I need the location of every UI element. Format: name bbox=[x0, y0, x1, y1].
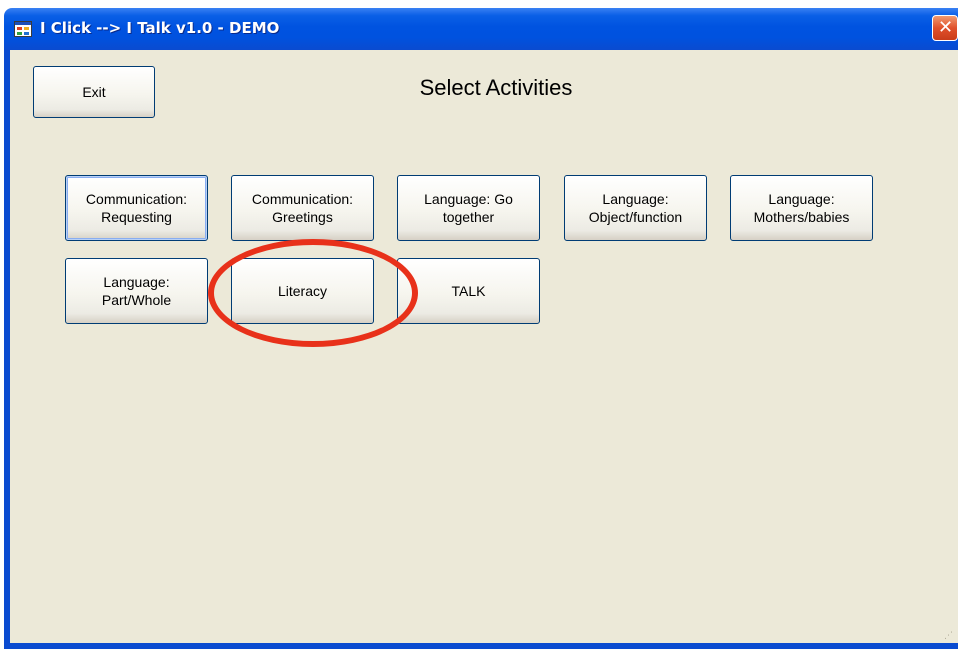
activity-language-object-function-button[interactable]: Language: Object/function bbox=[564, 175, 707, 241]
activity-label: Language: Mothers/babies bbox=[753, 191, 850, 225]
activity-label: Communication: Requesting bbox=[85, 191, 188, 225]
activity-label: Language: Go together bbox=[424, 191, 513, 225]
title-bar[interactable]: I Click --> I Talk v1.0 - DEMO bbox=[4, 8, 958, 50]
activity-communication-greetings-button[interactable]: Communication: Greetings bbox=[231, 175, 374, 241]
activity-talk-button[interactable]: TALK bbox=[397, 258, 540, 324]
activity-communication-requesting-button[interactable]: Communication: Requesting bbox=[65, 175, 208, 241]
close-button[interactable]: ✕ bbox=[932, 15, 958, 41]
activity-language-go-together-button[interactable]: Language: Go together bbox=[397, 175, 540, 241]
exit-button[interactable]: Exit bbox=[33, 66, 155, 118]
activity-literacy-button[interactable]: Literacy bbox=[231, 258, 374, 324]
close-icon: ✕ bbox=[938, 17, 954, 38]
activity-label: Communication: Greetings bbox=[251, 191, 354, 225]
window-title: I Click --> I Talk v1.0 - DEMO bbox=[40, 19, 280, 37]
activity-language-mothers-babies-button[interactable]: Language: Mothers/babies bbox=[730, 175, 873, 241]
activity-label: TALK bbox=[451, 283, 486, 299]
app-window: I Click --> I Talk v1.0 - DEMO ✕ Exit Se… bbox=[0, 0, 958, 649]
activity-label: Literacy bbox=[277, 283, 328, 299]
client-area bbox=[10, 50, 958, 643]
activity-label: Language: Object/function bbox=[588, 191, 683, 225]
resize-grip-icon[interactable]: ⋰ bbox=[944, 632, 953, 641]
exit-button-label: Exit bbox=[82, 84, 106, 100]
window-frame-bottom bbox=[4, 643, 958, 649]
activity-language-part-whole-button[interactable]: Language: Part/Whole bbox=[65, 258, 208, 324]
page-title: Select Activities bbox=[419, 75, 573, 100]
activity-label: Language: Part/Whole bbox=[101, 274, 172, 308]
app-window-icon bbox=[14, 21, 32, 37]
